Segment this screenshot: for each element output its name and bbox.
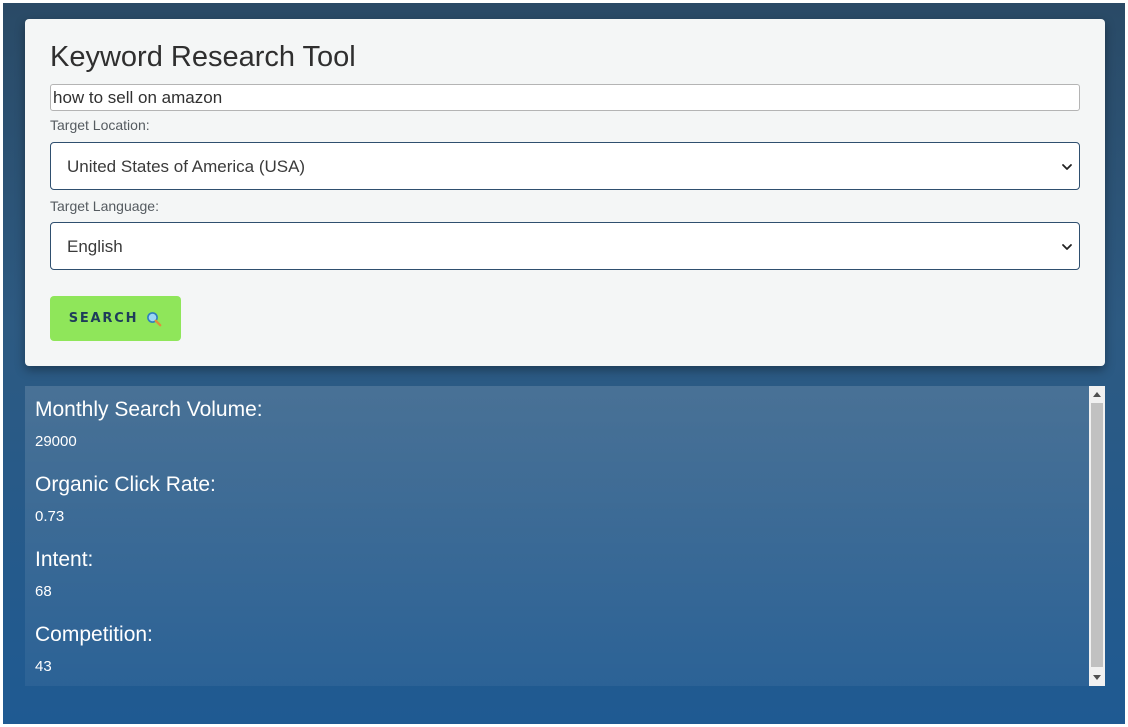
target-location-label: Target Location:	[50, 117, 150, 133]
chevron-down-icon	[1062, 164, 1072, 170]
results-scrollbar[interactable]	[1089, 386, 1105, 686]
target-location-select[interactable]: United States of America (USA)	[50, 142, 1080, 190]
page-title: Keyword Research Tool	[50, 41, 356, 73]
scroll-thumb[interactable]	[1091, 403, 1103, 667]
chevron-down-icon	[1062, 244, 1072, 250]
keyword-input[interactable]	[50, 84, 1080, 111]
magnifying-glass-icon	[147, 311, 162, 326]
organic-click-rate-value: 0.73	[35, 508, 65, 525]
app-background: Keyword Research Tool Target Location: U…	[3, 3, 1125, 724]
intent-value: 68	[35, 583, 52, 600]
competition-value: 43	[35, 658, 52, 675]
target-location-value: United States of America (USA)	[67, 157, 306, 176]
monthly-search-volume-value: 29000	[35, 433, 77, 450]
target-language-label: Target Language:	[50, 198, 159, 214]
target-language-select[interactable]: English	[50, 222, 1080, 270]
monthly-search-volume-label: Monthly Search Volume:	[35, 398, 263, 421]
competition-label: Competition:	[35, 623, 153, 646]
organic-click-rate-label: Organic Click Rate:	[35, 473, 216, 496]
scroll-up-arrow-icon[interactable]	[1089, 386, 1105, 402]
search-button-label: SEARCH	[68, 311, 139, 326]
search-card: Keyword Research Tool Target Location: U…	[25, 19, 1105, 366]
results-panel: Monthly Search Volume: 29000 Organic Cli…	[25, 386, 1105, 686]
intent-label: Intent:	[35, 548, 94, 571]
search-button[interactable]: SEARCH	[50, 296, 181, 341]
target-language-value: English	[67, 237, 123, 256]
scroll-down-arrow-icon[interactable]	[1089, 670, 1105, 686]
